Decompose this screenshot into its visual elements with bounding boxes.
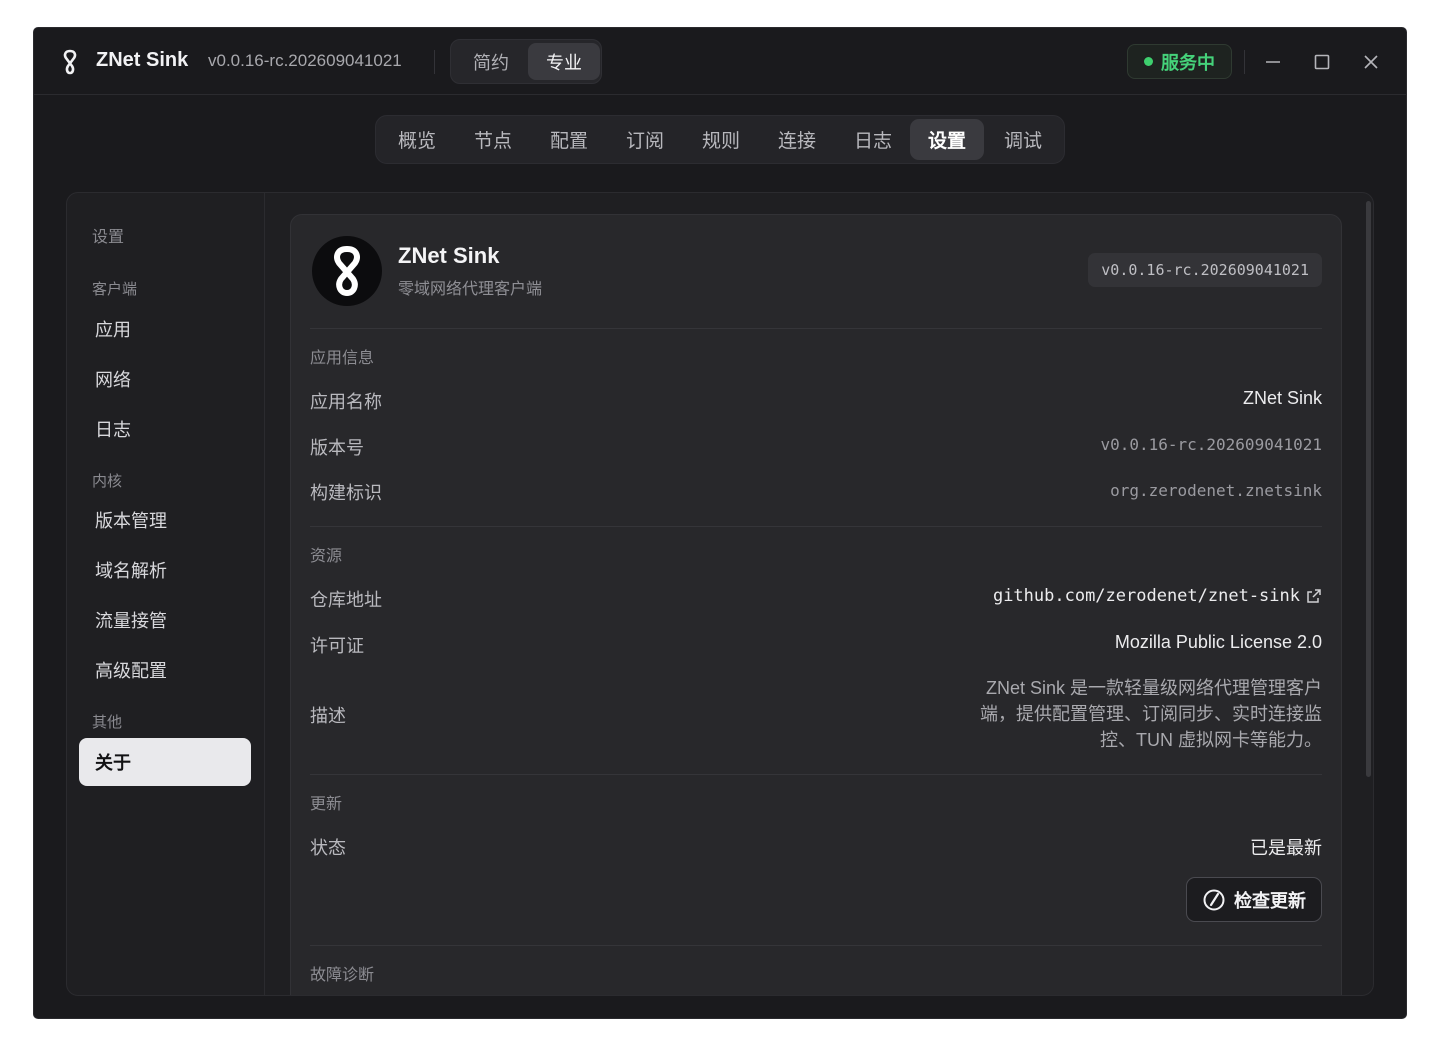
divider	[310, 328, 1322, 329]
sidebar-item-log[interactable]: 日志	[79, 406, 251, 452]
close-icon	[1364, 55, 1378, 69]
tab-settings[interactable]: 设置	[910, 119, 984, 160]
value-description: ZNet Sink 是一款轻量级网络代理管理客户 端，提供配置管理、订阅同步、实…	[962, 675, 1322, 753]
description-line: 控、TUN 虚拟网卡等能力。	[1100, 730, 1322, 750]
divider	[1244, 50, 1245, 74]
title-bar: ZNet Sink v0.0.16-rc.202609041021 简约 专业 …	[34, 28, 1406, 95]
label-update-status: 状态	[310, 838, 346, 858]
about-scroll-area[interactable]: ZNet Sink 零域网络代理客户端 v0.0.16-rc.202609041…	[266, 193, 1373, 995]
app-logo-icon	[312, 236, 382, 306]
sidebar-item-network[interactable]: 网络	[79, 356, 251, 402]
tab-config[interactable]: 配置	[532, 119, 606, 160]
sidebar-group-core: 内核	[92, 473, 123, 490]
check-update-button[interactable]: 检查更新	[1186, 877, 1322, 922]
status-dot-icon	[1144, 57, 1153, 66]
status-text: 服务中	[1161, 52, 1215, 73]
tab-overview[interactable]: 概览	[380, 119, 454, 160]
tab-connections[interactable]: 连接	[760, 119, 834, 160]
refresh-icon	[1203, 889, 1225, 910]
about-card: ZNet Sink 零域网络代理客户端 v0.0.16-rc.202609041…	[290, 214, 1342, 995]
tab-rules[interactable]: 规则	[684, 119, 758, 160]
section-app-info: 应用信息	[310, 350, 375, 367]
service-status-badge[interactable]: 服务中	[1127, 44, 1232, 79]
section-update: 更新	[310, 796, 343, 813]
main-tabs: 概览 节点 配置 订阅 规则 连接 日志 设置 调试	[375, 115, 1065, 164]
divider	[310, 945, 1322, 946]
tab-logs[interactable]: 日志	[836, 119, 910, 160]
divider	[434, 50, 435, 74]
divider	[310, 774, 1322, 775]
app-version: v0.0.16-rc.202609041021	[208, 51, 402, 70]
description-line: ZNet Sink 是一款轻量级网络代理管理客户	[985, 678, 1322, 698]
minimize-icon	[1266, 61, 1280, 63]
logo-icon	[63, 49, 77, 75]
scrollbar[interactable]	[1366, 201, 1371, 777]
repo-link[interactable]: github.com/zerodenet/znet-sink	[993, 586, 1322, 606]
value-update-status: 已是最新	[1250, 838, 1322, 858]
sidebar-item-version[interactable]: 版本管理	[79, 497, 251, 543]
value-build-id: org.zerodenet.znetsink	[1110, 481, 1322, 500]
value-app-name: ZNet Sink	[1242, 388, 1322, 408]
app-title: ZNet Sink	[96, 49, 189, 71]
sidebar-title: 设置	[92, 229, 125, 246]
repo-link-text: github.com/zerodenet/znet-sink	[992, 586, 1300, 606]
value-version: v0.0.16-rc.202609041021	[1100, 435, 1322, 454]
section-resources: 资源	[310, 548, 343, 565]
tab-debug[interactable]: 调试	[986, 119, 1060, 160]
maximize-icon	[1314, 54, 1330, 70]
external-link-icon	[1307, 589, 1321, 603]
app-window: ZNet Sink v0.0.16-rc.202609041021 简约 专业 …	[34, 28, 1406, 1018]
sidebar-group-other: 其他	[92, 714, 123, 731]
sidebar-group-client: 客户端	[92, 281, 138, 298]
minimize-button[interactable]	[1258, 47, 1288, 77]
sidebar-item-advanced[interactable]: 高级配置	[79, 647, 251, 693]
label-description: 描述	[310, 706, 346, 726]
mode-simple-button[interactable]: 简约	[455, 43, 527, 80]
settings-panel: 设置 客户端 应用 网络 日志 内核 版本管理 域名解析 流量接管 高级配置 其…	[66, 192, 1374, 996]
label-build-id: 构建标识	[310, 483, 382, 503]
label-license: 许可证	[310, 636, 364, 656]
maximize-button[interactable]	[1307, 47, 1337, 77]
settings-sidebar: 设置 客户端 应用 网络 日志 内核 版本管理 域名解析 流量接管 高级配置 其…	[67, 193, 265, 995]
value-license: Mozilla Public License 2.0	[1114, 632, 1322, 652]
tab-subscriptions[interactable]: 订阅	[608, 119, 682, 160]
label-repo: 仓库地址	[310, 590, 382, 610]
mode-pro-button[interactable]: 专业	[528, 43, 600, 80]
divider	[310, 526, 1322, 527]
sidebar-item-traffic[interactable]: 流量接管	[79, 597, 251, 643]
mode-switch: 简约 专业	[450, 39, 602, 84]
check-update-label: 检查更新	[1234, 890, 1306, 911]
description-line: 端，提供配置管理、订阅同步、实时连接监	[980, 704, 1322, 724]
sidebar-item-dns[interactable]: 域名解析	[79, 547, 251, 593]
tab-nodes[interactable]: 节点	[456, 119, 530, 160]
close-button[interactable]	[1356, 47, 1386, 77]
about-app-subtitle: 零域网络代理客户端	[398, 281, 543, 298]
sidebar-item-app[interactable]: 应用	[79, 306, 251, 352]
section-diagnostics: 故障诊断	[310, 967, 375, 984]
version-badge: v0.0.16-rc.202609041021	[1088, 253, 1322, 287]
label-version: 版本号	[310, 438, 364, 458]
about-app-name: ZNet Sink	[398, 243, 500, 268]
sidebar-item-about[interactable]: 关于	[79, 738, 251, 786]
label-app-name: 应用名称	[310, 392, 382, 412]
